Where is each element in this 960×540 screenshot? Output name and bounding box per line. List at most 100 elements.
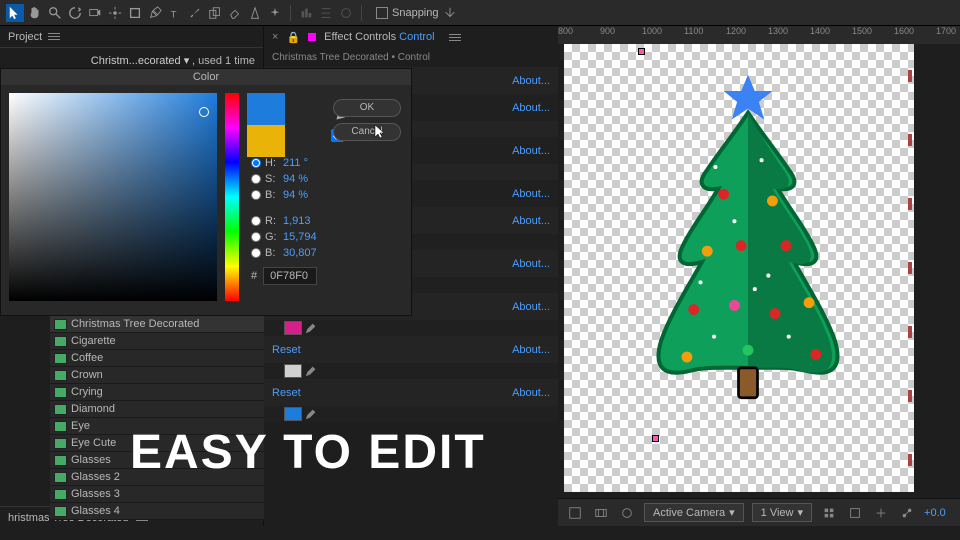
blue-radio[interactable]	[251, 248, 261, 258]
asset-name: Glasses 2	[71, 471, 120, 483]
asset-row[interactable]: Glasses 4	[50, 503, 264, 520]
red-radio[interactable]	[251, 216, 261, 226]
tab-close-icon[interactable]: ×	[272, 31, 278, 43]
eyedropper-icon[interactable]	[304, 364, 318, 378]
green-radio[interactable]	[251, 232, 261, 242]
about-link[interactable]: About...	[512, 258, 550, 270]
hue-slider[interactable]	[225, 93, 239, 301]
about-link[interactable]: About...	[512, 102, 550, 114]
comp-icon	[54, 387, 67, 398]
pen-tool[interactable]	[146, 4, 164, 22]
puppet-tool[interactable]	[266, 4, 284, 22]
sat-radio[interactable]	[251, 174, 261, 184]
asset-row[interactable]: Crying	[50, 384, 264, 401]
comp-used: , used 1 time	[192, 55, 255, 67]
asset-row[interactable]: Glasses 3	[50, 486, 264, 503]
christmas-tree-graphic[interactable]	[608, 72, 888, 452]
about-link[interactable]: About...	[512, 344, 550, 356]
composition-viewport[interactable]	[564, 44, 960, 492]
eyedropper-icon[interactable]	[304, 321, 318, 335]
vp-mask-icon[interactable]	[618, 504, 636, 522]
exposure-value[interactable]: +0.0	[924, 507, 946, 519]
about-link[interactable]: About...	[512, 75, 550, 87]
lock-icon[interactable]: 🔒	[286, 31, 300, 44]
ruler-tick: 1400	[810, 26, 830, 36]
clone-tool[interactable]	[206, 4, 224, 22]
asset-name: Coffee	[71, 352, 103, 364]
hue-value[interactable]: 211 °	[283, 157, 308, 169]
pan-behind-tool[interactable]	[106, 4, 124, 22]
project-header[interactable]: Project	[0, 26, 263, 48]
camera-tool[interactable]	[86, 4, 104, 22]
about-link[interactable]: About...	[512, 215, 550, 227]
selection-tool[interactable]	[6, 4, 24, 22]
project-asset-list: Christmas Tree DecoratedCigarette Coffee C…	[50, 316, 264, 520]
viewport-toolbar: Active Camera▾ 1 View▾ +0.0	[558, 498, 960, 526]
panel-menu-icon[interactable]	[48, 33, 60, 40]
green-value[interactable]: 15,794	[283, 231, 317, 243]
color-chip[interactable]	[284, 321, 302, 335]
asset-row[interactable]: Cigarette	[50, 333, 264, 350]
zoom-tool[interactable]	[46, 4, 64, 22]
old-color-swatch[interactable]	[247, 125, 285, 157]
bri-value[interactable]: 94 %	[283, 189, 308, 201]
roto-tool[interactable]	[246, 4, 264, 22]
comp-icon	[54, 353, 67, 364]
asset-row[interactable]: Diamond	[50, 401, 264, 418]
rect-tool[interactable]	[126, 4, 144, 22]
ruler-tick: 1700	[936, 26, 956, 36]
viewport-handle-top[interactable]	[638, 48, 645, 55]
hand-tool[interactable]	[26, 4, 44, 22]
align-tool-1[interactable]	[297, 4, 315, 22]
blue-value[interactable]: 30,807	[283, 247, 317, 259]
about-link[interactable]: About...	[512, 188, 550, 200]
vp-tool-a[interactable]	[820, 504, 838, 522]
hex-input[interactable]: 0F78F0	[263, 267, 317, 285]
vp-safe-icon[interactable]	[592, 504, 610, 522]
vp-grid-icon[interactable]	[566, 504, 584, 522]
viewport-mask	[914, 44, 960, 492]
bri-radio[interactable]	[251, 190, 261, 200]
eraser-tool[interactable]	[226, 4, 244, 22]
snapping-checkbox[interactable]	[376, 7, 388, 19]
view-count-dropdown[interactable]: 1 View▾	[752, 503, 812, 522]
asset-row[interactable]: Coffee	[50, 350, 264, 367]
vp-tool-c[interactable]	[872, 504, 890, 522]
app-toolbar: T Snapping	[0, 0, 960, 26]
comp-icon	[54, 489, 67, 500]
asset-row[interactable]: Christmas Tree Decorated	[50, 316, 264, 333]
cancel-button[interactable]: Cancel	[333, 123, 401, 141]
text-tool[interactable]: T	[166, 4, 184, 22]
reset-link[interactable]: Reset	[272, 344, 301, 356]
red-value[interactable]: 1,913	[283, 215, 311, 227]
vp-tool-d[interactable]	[898, 504, 916, 522]
about-link[interactable]: About...	[512, 387, 550, 399]
reset-link[interactable]: Reset	[272, 387, 301, 399]
new-color-swatch[interactable]	[247, 93, 285, 125]
about-link[interactable]: About...	[512, 301, 550, 313]
asset-row[interactable]: Crown	[50, 367, 264, 384]
color-chip[interactable]	[284, 364, 302, 378]
ok-button[interactable]: OK	[333, 99, 401, 117]
effect-tab[interactable]: Effect Controls Control	[324, 31, 434, 43]
align-tool-2[interactable]	[317, 4, 335, 22]
about-link[interactable]: About...	[512, 145, 550, 157]
eyedropper-icon[interactable]	[304, 407, 318, 421]
panel-menu-icon[interactable]	[449, 34, 461, 41]
effect-tabs: × 🔒 Effect Controls Control	[264, 26, 558, 48]
align-tool-3[interactable]	[337, 4, 355, 22]
vp-tool-b[interactable]	[846, 504, 864, 522]
orbit-tool[interactable]	[66, 4, 84, 22]
active-camera-dropdown[interactable]: Active Camera▾	[644, 503, 744, 522]
sv-cursor[interactable]	[199, 107, 209, 117]
snapping-icon	[443, 6, 457, 20]
hue-radio[interactable]	[251, 158, 261, 168]
sat-value[interactable]: 94 %	[283, 173, 308, 185]
viewport-handle-bottom[interactable]	[652, 435, 659, 442]
snapping-label: Snapping	[392, 7, 439, 19]
color-chip[interactable]	[284, 407, 302, 421]
snapping-toggle[interactable]: Snapping	[376, 6, 457, 20]
brush-tool[interactable]	[186, 4, 204, 22]
effect-chip-row	[264, 320, 558, 336]
saturation-value-field[interactable]	[9, 93, 217, 301]
